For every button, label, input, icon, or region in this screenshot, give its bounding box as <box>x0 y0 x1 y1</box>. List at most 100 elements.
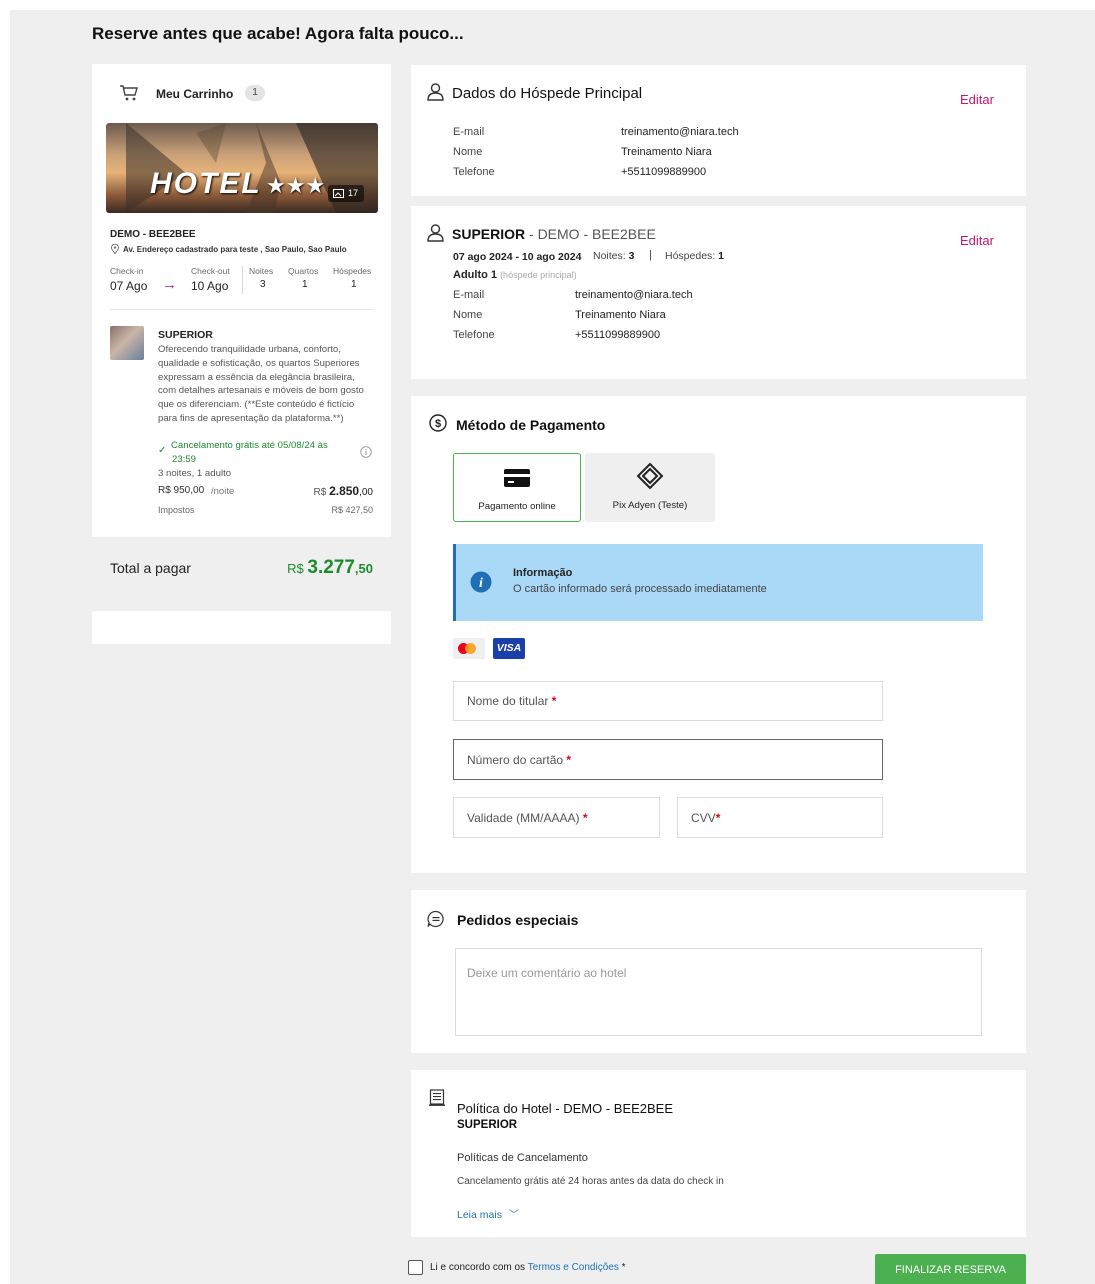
required-asterisk: * <box>715 810 721 825</box>
checkout-label: Check-out <box>191 266 230 276</box>
main-guest-name-value: Treinamento Niara <box>621 146 712 158</box>
validity-placeholder: Validade (MM/AAAA) <box>467 810 580 825</box>
main-guest-card: Dados do Hóspede Principal Editar E-mail… <box>411 65 1026 196</box>
main-guest-phone-value: +5511099889900 <box>621 166 707 178</box>
total-label: Total a pagar <box>110 560 191 576</box>
required-asterisk: * <box>582 810 588 825</box>
credit-card-icon <box>504 469 530 487</box>
hotel-sign-text: HOTEL <box>150 167 262 200</box>
room-description: Oferecendo tranquilidade urbana, confort… <box>158 344 364 424</box>
payment-option-pix[interactable]: Pix Adyen (Teste) <box>585 453 715 522</box>
guests-label: Hóspedes <box>333 266 372 276</box>
read-more-label: Leia mais <box>457 1209 502 1221</box>
terms-link[interactable]: Termos e Condições <box>528 1262 619 1273</box>
finalize-booking-button[interactable]: FINALIZAR RESERVA <box>875 1254 1026 1284</box>
required-asterisk: * <box>551 694 557 708</box>
finalize-booking-label: FINALIZAR RESERVA <box>895 1264 1006 1276</box>
payment-title: Método de Pagamento <box>456 417 606 433</box>
cart-card: Meu Carrinho 1 HOTEL ★★★ 17 DEMO - BEE2B… <box>92 64 391 601</box>
card-number-placeholder: Número do cartão <box>467 752 564 767</box>
room-guest-name-label: Nome <box>453 309 483 321</box>
room-guest-name-value: Treinamento Niara <box>575 309 666 321</box>
main-guest-title: Dados do Hóspede Principal <box>452 85 643 102</box>
per-night-label: /noite <box>211 486 235 497</box>
room-guest-phone-label: Telefone <box>453 329 495 341</box>
payment-option-online[interactable]: Pagamento online <box>453 453 581 522</box>
checkout-value: 10 Ago <box>191 279 229 293</box>
policy-section-title: Políticas de Cancelamento <box>457 1152 588 1164</box>
total-amount: R$ 3.277,50 <box>287 557 373 579</box>
chevron-down-icon: ﹀ <box>508 1210 519 1221</box>
room-guest-title-bold: SUPERIOR <box>452 226 526 242</box>
room-guest-nights-label: Noites: <box>593 250 626 262</box>
holder-name-placeholder: Nome do titular <box>467 694 549 708</box>
hotel-image[interactable]: HOTEL ★★★ 17 <box>106 123 378 213</box>
main-guest-edit-link[interactable]: Editar <box>960 92 994 107</box>
room-guest-email-label: E-mail <box>453 289 485 301</box>
nights-label: Noites <box>249 266 274 276</box>
hotel-address: Av. Endereço cadastrado para teste , Sao… <box>123 245 347 254</box>
terms-prefix: Li e concordo com os <box>430 1262 526 1273</box>
user-icon <box>427 83 444 101</box>
cancel-policy-line1: Cancelamento grátis até 05/08/24 às <box>171 440 328 451</box>
main-guest-email-label: E-mail <box>453 126 485 138</box>
cart-extra-card <box>92 611 391 644</box>
subtotal: R$ 2.850,00 <box>313 484 373 498</box>
read-more-link[interactable]: Leia mais ﹀ <box>457 1206 519 1221</box>
total-prefix: R$ <box>287 561 304 576</box>
validity-input[interactable]: Validade (MM/AAAA) * <box>453 797 660 838</box>
special-requests-title: Pedidos especiais <box>457 912 579 928</box>
terms-checkbox[interactable] <box>408 1260 423 1275</box>
special-requests-textarea[interactable]: Deixe um comentário ao hotel <box>455 948 982 1036</box>
info-title: Informação <box>513 567 573 579</box>
checkin-value: 07 Ago <box>110 279 148 293</box>
info-icon: i <box>470 571 492 593</box>
cvv-input[interactable]: CVV* <box>677 797 883 838</box>
visa-logo-text: VISA <box>496 642 522 654</box>
room-guest-guests-value: 1 <box>718 250 724 262</box>
info-circle-icon[interactable] <box>360 446 372 458</box>
chat-bubble-icon <box>427 910 444 928</box>
page-heading: Reserve antes que acabe! Agora falta pou… <box>92 24 464 43</box>
taxes-label: Impostos <box>158 505 195 515</box>
location-pin-icon <box>111 244 119 254</box>
subtotal-cents: ,00 <box>359 487 373 498</box>
hotel-policy-card: Política do Hotel - DEMO - BEE2BEE SUPER… <box>411 1070 1026 1237</box>
room-thumbnail[interactable] <box>110 326 144 360</box>
main-guest-email-value: treinamento@niara.tech <box>621 126 739 138</box>
room-guest-adult-label: Adulto 1 <box>453 269 497 281</box>
hotel-stars: ★★★ <box>266 173 326 198</box>
pix-icon <box>636 462 664 490</box>
cancel-policy-line2: 23:59 <box>172 454 197 465</box>
rooms-value: 1 <box>302 279 308 290</box>
rooms-label: Quartos <box>288 266 319 276</box>
date-arrow-icon: → <box>162 276 177 293</box>
photo-count-badge[interactable]: 17 <box>328 185 364 202</box>
cart-count-badge: 1 <box>245 85 265 101</box>
price-per-night: R$ 950,00 <box>158 485 205 496</box>
terms-required: * <box>621 1262 626 1273</box>
svg-text:$: $ <box>435 418 441 430</box>
room-guest-guests: Hóspedes: 1 <box>665 250 724 262</box>
subtotal-prefix: R$ <box>313 487 327 498</box>
room-guest-email-value: treinamento@niara.tech <box>575 289 693 301</box>
card-number-input[interactable]: Número do cartão * <box>453 739 883 780</box>
special-requests-card: Pedidos especiais Deixe um comentário ao… <box>411 890 1026 1053</box>
subtotal-main: 2.850 <box>329 484 360 498</box>
special-requests-placeholder: Deixe um comentário ao hotel <box>467 966 627 980</box>
holder-name-input[interactable]: Nome do titular * <box>453 681 883 721</box>
total-bar: Total a pagar R$ 3.277,50 <box>92 537 391 601</box>
room-guest-title-rest: - DEMO - BEE2BEE <box>525 226 656 242</box>
payment-card: $ Método de Pagamento Pagamento online P… <box>411 396 1026 873</box>
info-banner: i Informação O cartão informado será pro… <box>453 544 983 621</box>
hotel-name: DEMO - BEE2BEE <box>110 229 196 240</box>
policy-title: Política do Hotel - DEMO - BEE2BEE <box>457 1101 674 1116</box>
mastercard-logo <box>453 638 485 659</box>
room-guest-adult-note: (hóspede principal) <box>500 270 577 280</box>
dollar-circle-icon: $ <box>429 414 447 432</box>
photo-count: 17 <box>348 188 359 198</box>
room-guest-edit-link[interactable]: Editar <box>960 233 994 248</box>
gallery-icon <box>333 189 344 198</box>
cart-title: Meu Carrinho <box>156 87 234 101</box>
guests-value: 1 <box>351 279 357 290</box>
